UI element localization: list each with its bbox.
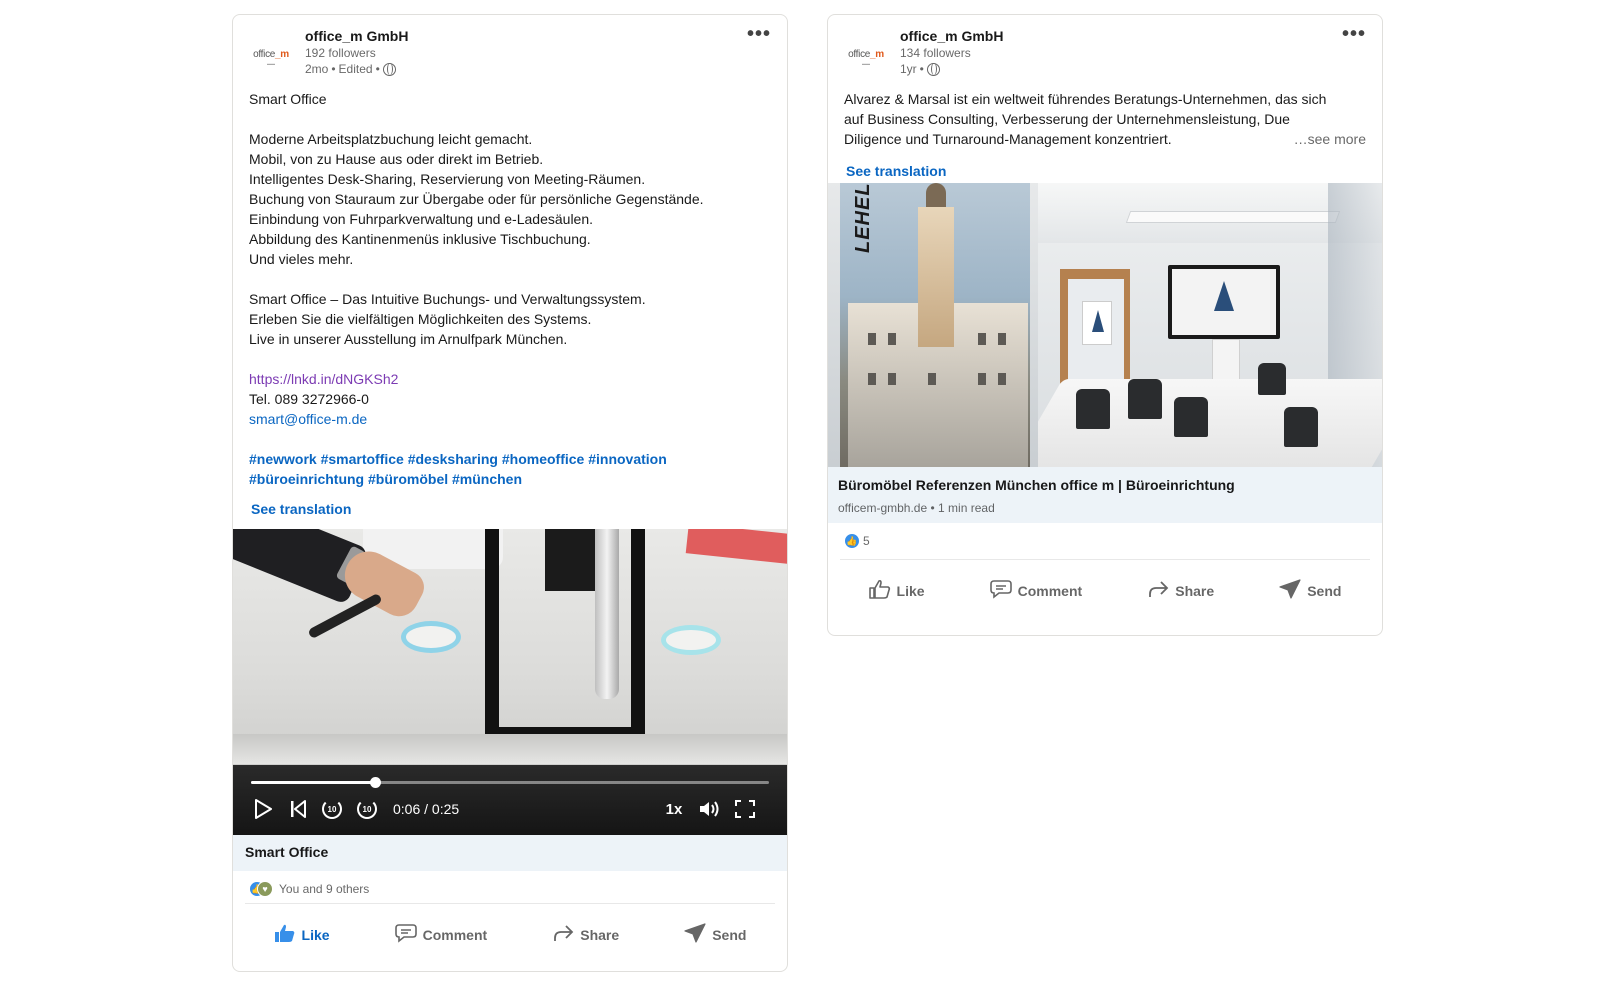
post-card-smart-office: office_m ▬▬ office_m GmbH 192 followers … xyxy=(232,14,788,972)
company-logo[interactable]: office_m ▬▬ xyxy=(247,33,295,81)
forward-10-icon[interactable]: 10 xyxy=(356,797,378,821)
thumbs-up-icon xyxy=(868,579,891,604)
thumbs-up-icon xyxy=(274,923,296,948)
share-icon xyxy=(552,923,574,948)
post-paragraph: Smart Office – Das Intuitive Buchungs- u… xyxy=(249,291,646,347)
post-text-line: auf Business Consulting, Verbesserung de… xyxy=(844,111,1290,127)
fullscreen-icon[interactable] xyxy=(733,797,757,821)
post-time: 1yr xyxy=(900,62,917,76)
send-icon xyxy=(684,922,706,948)
like-button[interactable]: Like xyxy=(855,569,939,614)
logo-text: office xyxy=(253,48,276,60)
comment-button[interactable]: Comment xyxy=(976,569,1097,614)
comment-icon xyxy=(394,923,417,948)
see-more-button[interactable]: …see more xyxy=(1294,129,1366,149)
comment-label: Comment xyxy=(422,927,488,943)
post-header: office_m ▬▬ office_m GmbH 134 followers … xyxy=(828,15,1382,87)
share-label: Share xyxy=(1175,583,1215,599)
company-logo[interactable]: office_m ▬▬ xyxy=(842,33,890,81)
phone-number: Tel. 089 3272966-0 xyxy=(249,391,369,407)
share-button[interactable]: Share xyxy=(1133,569,1228,614)
see-translation-link[interactable]: See translation xyxy=(251,499,351,519)
skip-back-icon[interactable] xyxy=(287,797,309,821)
share-button[interactable]: Share xyxy=(538,913,633,958)
like-label: Like xyxy=(301,927,330,943)
follower-count: 134 followers xyxy=(900,46,971,60)
logo-tagline: ▬▬ xyxy=(862,60,870,66)
support-reaction-icon: ♥ xyxy=(257,881,273,897)
send-button[interactable]: Send xyxy=(1265,569,1355,614)
reactions-count: 5 xyxy=(863,534,870,548)
globe-icon xyxy=(382,62,396,76)
hashtags[interactable]: #newwork #smartoffice #desksharing #home… xyxy=(249,449,771,469)
volume-icon[interactable] xyxy=(697,797,721,821)
share-icon xyxy=(1147,579,1169,604)
comment-label: Comment xyxy=(1017,583,1083,599)
logo-text: office xyxy=(848,48,871,60)
video-progress xyxy=(251,781,376,784)
rewind-label: 10 xyxy=(322,799,342,819)
follower-count: 192 followers xyxy=(305,46,376,60)
email-link[interactable]: smart@office-m.de xyxy=(249,409,771,429)
tv-screen xyxy=(1168,265,1280,339)
more-options-icon[interactable]: ••• xyxy=(1342,23,1366,46)
logo-mark: _m xyxy=(275,48,289,60)
more-options-icon[interactable]: ••• xyxy=(747,23,771,46)
send-icon xyxy=(1279,578,1301,604)
see-translation-link[interactable]: See translation xyxy=(846,161,946,181)
post-paragraph: Moderne Arbeitsplatzbuchung leicht gemac… xyxy=(249,131,704,267)
reactions-summary[interactable]: 👍 5 xyxy=(844,533,870,549)
lehel-wall-lettering: LEHEL xyxy=(852,183,874,253)
post-time: 2mo xyxy=(305,62,329,76)
post-paragraph: Smart Office xyxy=(249,91,327,107)
forward-label: 10 xyxy=(357,799,377,819)
post-text-line: Diligence und Turnaround-Management konz… xyxy=(844,131,1172,147)
play-icon[interactable] xyxy=(251,797,275,821)
reactions-text: You and 9 others xyxy=(279,882,370,896)
short-link[interactable]: https://lnkd.in/dNGKSh2 xyxy=(249,369,771,389)
divider xyxy=(840,559,1370,560)
video-title[interactable]: Smart Office xyxy=(233,835,787,871)
send-label: Send xyxy=(1307,583,1342,599)
article-image[interactable]: LEHEL xyxy=(828,183,1382,467)
author-name[interactable]: office_m GmbH xyxy=(900,28,1003,44)
action-bar: Like Comment Share Send xyxy=(836,567,1374,615)
video-frame xyxy=(233,529,787,765)
logo-mark: _m xyxy=(870,48,884,60)
hashtags[interactable]: #büroeinrichtung #büromöbel #münchen xyxy=(249,469,771,489)
playback-rate-button[interactable]: 1x xyxy=(663,797,685,821)
post-meta: 1yr • xyxy=(900,62,940,76)
like-reaction-icon: 👍 xyxy=(844,533,860,549)
post-body: Alvarez & Marsal ist ein weltweit führen… xyxy=(828,89,1382,181)
post-text-line: Alvarez & Marsal ist ein weltweit führen… xyxy=(844,91,1327,107)
rewind-10-icon[interactable]: 10 xyxy=(321,797,343,821)
article-meta: officem-gmbh.de • 1 min read xyxy=(838,501,995,515)
article-link-card[interactable]: Büromöbel Referenzen München office m | … xyxy=(828,467,1382,523)
video-scrubber[interactable] xyxy=(251,777,769,788)
post-body: Smart Office Moderne Arbeitsplatzbuchung… xyxy=(233,89,787,519)
post-meta: 2mo • Edited • xyxy=(305,62,396,76)
post-header: office_m ▬▬ office_m GmbH 192 followers … xyxy=(233,15,787,87)
article-title[interactable]: Büromöbel Referenzen München office m | … xyxy=(838,475,1372,495)
comment-icon xyxy=(989,579,1012,604)
like-button[interactable]: Like xyxy=(260,913,344,958)
edited-label: Edited xyxy=(338,62,373,76)
like-label: Like xyxy=(896,583,925,599)
post-card-alvarez-marsal: office_m ▬▬ office_m GmbH 134 followers … xyxy=(827,14,1383,636)
divider xyxy=(245,903,775,904)
share-label: Share xyxy=(580,927,620,943)
send-button[interactable]: Send xyxy=(670,913,760,958)
logo-tagline: ▬▬ xyxy=(267,60,275,66)
action-bar: Like Comment Share Send xyxy=(241,911,779,959)
author-name[interactable]: office_m GmbH xyxy=(305,28,408,44)
video-player[interactable]: 10 10 0:06 / 0:25 1x xyxy=(233,529,787,835)
article-read-time: 1 min read xyxy=(938,501,995,515)
reactions-summary[interactable]: 👍 ♥ You and 9 others xyxy=(249,881,369,897)
globe-icon xyxy=(926,62,940,76)
article-source: officem-gmbh.de xyxy=(838,501,928,515)
send-label: Send xyxy=(712,927,747,943)
video-time: 0:06 / 0:25 xyxy=(393,801,460,817)
comment-button[interactable]: Comment xyxy=(381,913,502,958)
